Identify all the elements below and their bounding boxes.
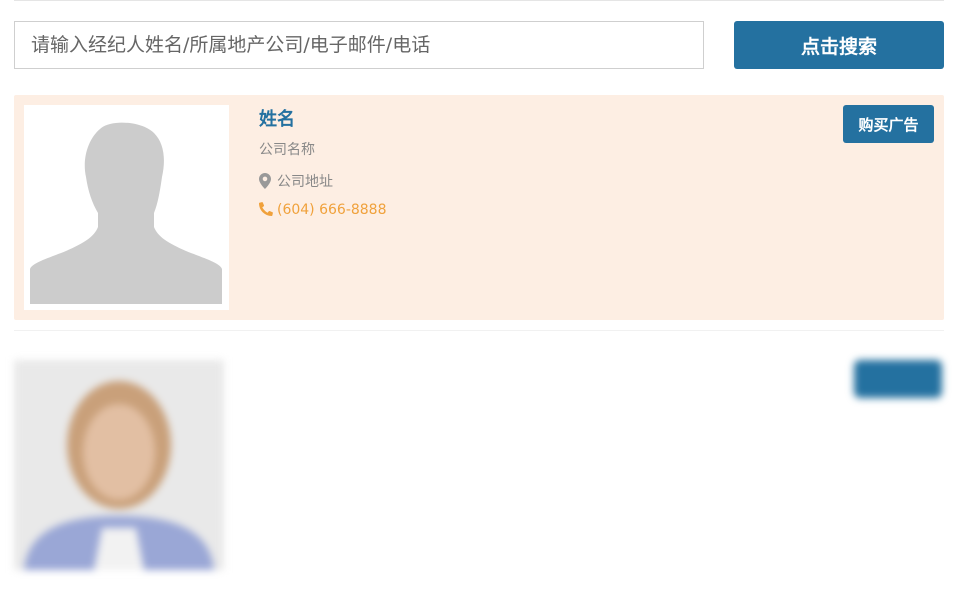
top-divider <box>14 0 944 1</box>
phone-icon <box>259 202 273 218</box>
agent-card-featured: 姓名 公司名称 公司地址 (604) 666-8888 购买广告 <box>14 95 944 320</box>
agent-phone-text[interactable]: (604) 666-8888 <box>277 202 387 218</box>
page: 点击搜索 姓名 公司名称 公司地址 <box>0 0 960 600</box>
buy-ad-button[interactable]: 购买广告 <box>843 105 934 143</box>
agent-photo <box>24 105 229 310</box>
agent-photo-blurred <box>14 360 224 570</box>
agent-company: 公司名称 <box>259 142 315 158</box>
agent-card-blurred <box>14 355 944 580</box>
agent-name[interactable]: 姓名 <box>259 105 295 131</box>
person-silhouette-icon <box>30 111 223 304</box>
agent-address-text: 公司地址 <box>277 174 333 190</box>
agent-phone[interactable]: (604) 666-8888 <box>259 202 387 218</box>
card-divider <box>14 330 944 331</box>
search-input[interactable] <box>14 21 704 69</box>
search-button[interactable]: 点击搜索 <box>734 21 944 69</box>
map-marker-icon <box>259 173 273 189</box>
agent-address: 公司地址 <box>259 171 333 191</box>
agent-portrait-image <box>14 360 224 570</box>
agent-action-button-blurred[interactable] <box>854 360 942 398</box>
